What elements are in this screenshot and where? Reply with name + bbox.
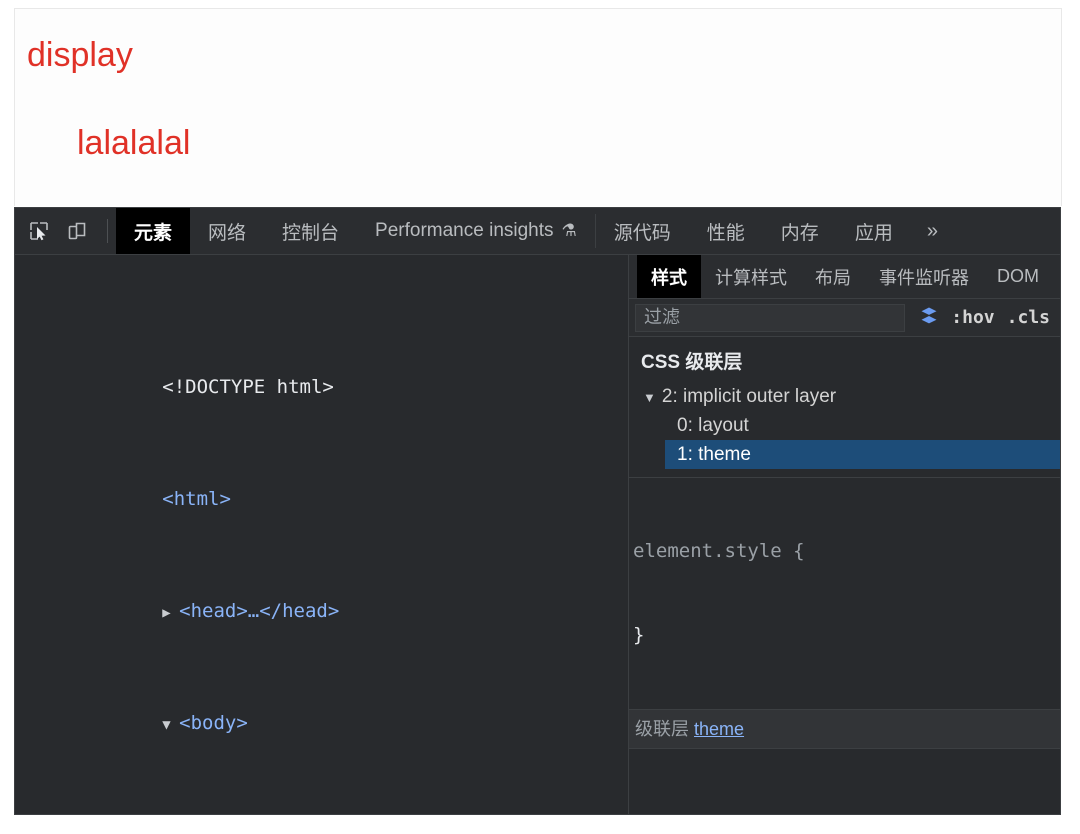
dom-row-html-open[interactable]: <html> <box>15 457 628 510</box>
tab-memory-label: 内存 <box>780 222 819 244</box>
tab-network-label: 网络 <box>208 222 247 244</box>
toolbar-divider <box>107 219 108 243</box>
dom-head-text: <head>…</head> <box>179 600 340 622</box>
dom-row-doctype[interactable]: <!DOCTYPE html> <box>15 345 628 398</box>
tab-dom-breakpoints-label: DOM <box>997 266 1039 286</box>
tab-application[interactable]: 应用 <box>837 208 911 254</box>
styles-filter-tools: :hov .cls <box>905 305 1054 330</box>
inspect-element-icon[interactable] <box>23 215 55 247</box>
dom-html-open-text: <html> <box>162 488 231 510</box>
cascade-layer-theme-label: 1: theme <box>677 444 751 465</box>
tab-sources-label: 源代码 <box>613 222 671 244</box>
tab-elements[interactable]: 元素 <box>116 208 191 254</box>
expand-triangle-collapsed-icon[interactable]: ▶ <box>162 605 179 621</box>
main-tab-list-secondary: 源代码 性能 内存 应用 » <box>596 208 954 254</box>
tab-elements-label: 元素 <box>134 222 173 244</box>
tab-network[interactable]: 网络 <box>190 208 264 254</box>
styles-scroll-area[interactable]: CSS 级联层 ▼ 2: implicit outer layer 0: layo… <box>629 337 1060 814</box>
tab-performance-insights-label: Performance insights <box>375 220 554 241</box>
tab-layout-label: 布局 <box>815 267 851 288</box>
tab-styles-label: 样式 <box>651 267 687 288</box>
dom-tree-pane[interactable]: <!DOCTYPE html> <html> ▶ <head>…</head> … <box>15 255 629 814</box>
styles-filter-input[interactable] <box>635 303 906 332</box>
element-classes-button[interactable]: .cls <box>1007 307 1050 328</box>
dom-doctype-text: <!DOCTYPE html> <box>162 376 334 398</box>
cascade-layers-title: CSS 级联层 <box>641 352 743 373</box>
rule-theme-item[interactable]: @media (prefers-color-scheme: dark) .ite… <box>629 749 1060 814</box>
main-tab-list: 元素 网络 控制台 Performance insights ⚗ <box>116 208 595 254</box>
page-blockquote-lalalalal: lalalalal <box>77 124 191 162</box>
page-paragraph-display: display <box>27 36 133 74</box>
experiment-flask-icon: ⚗ <box>561 221 577 240</box>
devtools-main-toolbar: 元素 网络 控制台 Performance insights ⚗ 源代码 性能 … <box>15 208 1060 255</box>
cascade-layer-layout[interactable]: 0: layout <box>641 411 1060 440</box>
dom-body-open-text: <body> <box>179 712 248 734</box>
hover-state-button[interactable]: :hov <box>951 307 994 328</box>
cascade-layer-implicit-outer[interactable]: ▼ 2: implicit outer layer <box>641 382 1060 411</box>
dom-tree: <!DOCTYPE html> <html> ▶ <head>…</head> … <box>15 255 628 814</box>
dom-row-body-open[interactable]: ▼ <body> <box>15 681 628 734</box>
tab-sources[interactable]: 源代码 <box>596 208 689 254</box>
device-toolbar-icon[interactable] <box>61 215 93 247</box>
tab-event-listeners-label: 事件监听器 <box>879 267 969 288</box>
devtools-body: <!DOCTYPE html> <html> ▶ <head>…</head> … <box>15 255 1060 814</box>
rule-theme-layer-label: 级联层 <box>635 719 689 739</box>
cascade-layers-panel: CSS 级联层 ▼ 2: implicit outer layer 0: layo… <box>629 337 1060 478</box>
tab-application-label: 应用 <box>854 222 893 244</box>
tab-memory[interactable]: 内存 <box>763 208 837 254</box>
cascade-layer-theme[interactable]: 1: theme <box>665 440 1060 469</box>
rendered-page-viewport: display lalalalal <box>14 8 1062 206</box>
tab-computed[interactable]: 计算样式 <box>701 255 801 298</box>
tab-console[interactable]: 控制台 <box>264 208 357 254</box>
rule-theme-layer-header: 级联层 theme <box>629 710 1060 749</box>
styles-pane: 样式 计算样式 布局 事件监听器 DOM 过滤:hov .cls CSS 级联… <box>629 255 1060 814</box>
tab-console-label: 控制台 <box>282 222 340 244</box>
rule-element-style-close: } <box>633 624 645 646</box>
rule-theme-layer-link[interactable]: theme <box>694 719 744 739</box>
styles-filter-bar: :hov .cls <box>629 299 1060 337</box>
tab-dom-breakpoints[interactable]: DOM <box>983 255 1053 298</box>
cascade-layer-layout-label: 0: layout <box>677 415 749 436</box>
layer-expand-triangle-icon[interactable]: ▼ <box>643 390 656 405</box>
rule-element-style-selector: element.style { <box>633 540 805 562</box>
more-tabs-label: » <box>926 219 938 242</box>
styles-tab-list: 样式 计算样式 布局 事件监听器 DOM <box>629 255 1060 299</box>
rule-theme-media: @media (prefers-color-scheme: dark) <box>633 808 1060 814</box>
dom-row-style[interactable]: ▶ <style>…</style> <box>15 793 628 814</box>
screenshot-root: display lalalalal 元素 网络 控制台 Performance … <box>0 0 1080 834</box>
tab-event-listeners[interactable]: 事件监听器 <box>865 255 983 298</box>
tab-computed-label: 计算样式 <box>715 267 787 288</box>
toolbar-icon-group <box>15 208 116 254</box>
dom-row-head[interactable]: ▶ <head>…</head> <box>15 569 628 622</box>
tab-performance-insights[interactable]: Performance insights ⚗ <box>357 208 595 254</box>
tab-performance[interactable]: 性能 <box>689 208 763 254</box>
devtools-window: 元素 网络 控制台 Performance insights ⚗ 源代码 性能 … <box>14 207 1061 815</box>
tab-styles[interactable]: 样式 <box>637 255 701 298</box>
tab-performance-label: 性能 <box>706 222 745 244</box>
cascade-layers-icon[interactable] <box>919 305 939 330</box>
cascade-layer-implicit-outer-label: 2: implicit outer layer <box>661 386 837 407</box>
expand-triangle-expanded-icon[interactable]: ▼ <box>162 717 179 733</box>
rule-element-style[interactable]: element.style { } <box>629 478 1060 710</box>
tab-layout[interactable]: 布局 <box>801 255 865 298</box>
more-tabs-chevron-icon[interactable]: » <box>911 208 954 254</box>
